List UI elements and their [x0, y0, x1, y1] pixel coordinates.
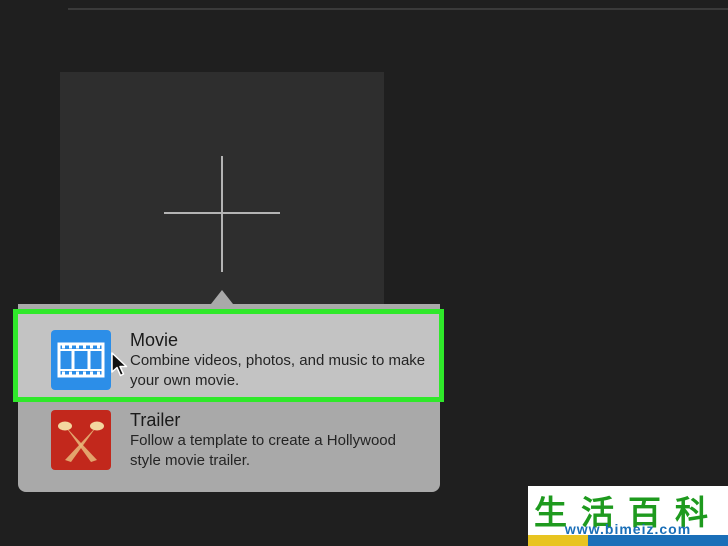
trailer-option-description: Follow a template to create a Hollywood … [130, 432, 396, 469]
movie-option[interactable]: Movie Combine videos, photos, and music … [13, 309, 444, 402]
create-new-tile[interactable] [60, 72, 384, 322]
site-watermark: 生活百科 www.bimeiz.com [528, 486, 728, 546]
film-strip-icon [51, 330, 111, 390]
watermark-stripe [528, 535, 728, 546]
top-divider [68, 8, 728, 10]
trailer-option-title: Trailer [130, 410, 181, 430]
movie-option-title: Movie [130, 330, 179, 350]
mouse-pointer-icon [111, 352, 129, 383]
popover-arrow [211, 290, 233, 304]
trailer-option[interactable]: Trailer Follow a template to create a Ho… [18, 404, 440, 490]
movie-option-description: Combine videos, photos, and music to mak… [130, 352, 426, 389]
plus-icon-vertical [221, 156, 223, 272]
spotlights-icon [51, 410, 111, 470]
